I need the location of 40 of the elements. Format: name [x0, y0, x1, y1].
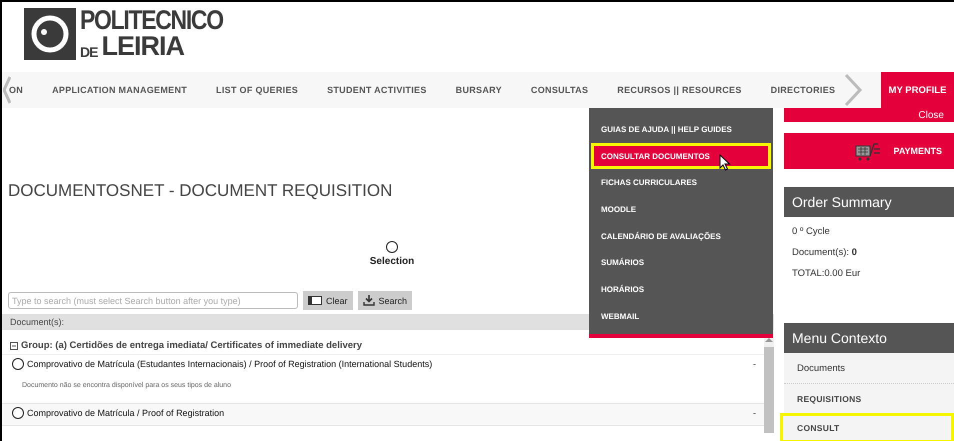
payments-button[interactable]: PAYMENTS [784, 133, 954, 169]
clear-button[interactable]: Clear [303, 291, 353, 310]
context-menu-item[interactable]: Documents [784, 353, 954, 383]
menu-item[interactable]: CONSULTAR DOCUMENTOS [591, 142, 771, 170]
document-name: Comprovativo de Matrícula (Estudantes Internacionais) / Proof of Registration (International Students) [27, 359, 432, 369]
group-heading: Group: (a) Certidões de entrega imediata/ Certificates of immediate delivery [21, 340, 362, 351]
menu-item[interactable]: GUIAS DE AJUDA || HELP GUIDES [591, 116, 771, 143]
my-profile-button[interactable]: MY PROFILE [881, 72, 954, 108]
menu-item[interactable]: FICHAS CURRICULARES [591, 169, 771, 196]
document-name: Comprovativo de Matrícula / Proof of Registration [27, 408, 224, 418]
logo-text: DE [80, 46, 98, 60]
nav-item[interactable]: STUDENT ACTIVITIES [327, 85, 427, 95]
search-button[interactable]: Search [358, 291, 412, 310]
document-price: - [753, 408, 756, 418]
summary-text: 0 º Cycle [792, 226, 831, 237]
panel-header: Menu Contexto [784, 323, 954, 353]
nav-item[interactable]: DIRECTORIES [770, 85, 836, 95]
context-menu-item[interactable]: CONSULT [780, 413, 954, 441]
nav-item[interactable]: RECURSOS || RESOURCES [617, 85, 742, 95]
context-menu-item[interactable]: REQUISITIONS [784, 383, 954, 413]
menu-item[interactable]: MOODLE [591, 196, 771, 223]
logo-text: POLITECNICO [80, 8, 223, 34]
close-link[interactable]: Close [918, 110, 944, 120]
summary-total: TOTAL:0.00 Eur [792, 268, 862, 279]
nav-item[interactable]: BURSARY [456, 85, 502, 95]
menu-item[interactable]: CALENDÁRIO DE AVALIAÇÕES [591, 222, 771, 250]
menu-item[interactable]: HORÁRIOS [591, 276, 771, 303]
nav-item[interactable]: ON [9, 85, 24, 95]
summary-value: 0 [852, 247, 857, 258]
page-title: DOCUMENTOSNET - DOCUMENT REQUISITION [8, 181, 392, 201]
nav-item[interactable]: CONSULTAS [530, 85, 588, 95]
nav-item[interactable]: APPLICATION MANAGEMENT [52, 85, 188, 95]
search-field[interactable]: Type to search (must select Search button after you type) [8, 292, 298, 309]
nav-item[interactable]: LIST OF QUERIES [216, 85, 298, 95]
menu-item[interactable]: SUMÁRIOS [591, 249, 771, 276]
summary-label: Document(s): [792, 247, 850, 258]
logo-text: LEIRIA [101, 34, 184, 60]
document-price: - [753, 359, 756, 369]
selection-label: Selection [370, 256, 414, 267]
panel-header: Order Summary [784, 187, 954, 217]
